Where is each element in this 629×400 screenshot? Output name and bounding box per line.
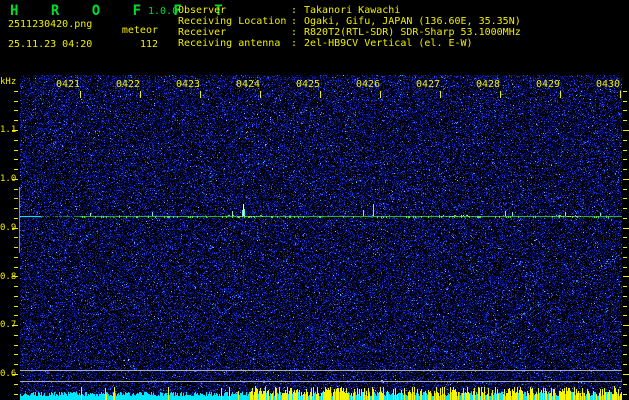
info-value: Takanori Kawachi	[304, 5, 401, 16]
y-tick-label: 0.7	[0, 320, 17, 330]
y-tick-label: 1.0	[0, 174, 17, 184]
capture-filename: 2511230420.png	[8, 19, 93, 30]
y-tick-label: 0.6	[0, 369, 17, 379]
x-tick-label: 0426	[355, 79, 381, 90]
info-row-location: Receiving Location: Ogaki, Gifu, JAPAN (1…	[178, 16, 521, 27]
info-value: R820T2(RTL-SDR) SDR-Sharp 53.1000MHz	[304, 27, 521, 38]
x-tick-label: 0422	[115, 79, 141, 90]
info-separator: :	[291, 38, 298, 49]
info-label: Receiver	[178, 27, 227, 38]
info-separator: :	[291, 5, 298, 16]
x-tick-label: 0424	[235, 79, 261, 90]
info-row-antenna: Receiving antenna:2el-HB9CV Vertical (el…	[178, 38, 521, 49]
spectrogram-canvas	[0, 0, 629, 400]
app-version: 1.0.0	[148, 6, 179, 17]
info-row-observer: Observer: Takanori Kawachi	[178, 5, 521, 16]
x-tick-label: 0428	[475, 79, 501, 90]
echo-count: 112	[139, 39, 158, 50]
y-tick-label: 0.8	[0, 272, 17, 282]
x-tick-label: 0427	[415, 79, 441, 90]
info-row-receiver: Receiver: R820T2(RTL-SDR) SDR-Sharp 53.10…	[178, 27, 521, 38]
info-value: Ogaki, Gifu, JAPAN (136.60E, 35.35N)	[304, 16, 521, 27]
x-tick-label: 0430	[595, 79, 621, 90]
x-tick-label: 0425	[295, 79, 321, 90]
x-tick-label: 0421	[55, 79, 81, 90]
info-label: Receiving Location	[178, 16, 287, 27]
y-tick-label: 0.9	[0, 223, 17, 233]
x-tick-label: 0429	[535, 79, 561, 90]
hrofft-window: H R O F F T 1.0.0 2511230420.png meteor …	[0, 0, 629, 400]
info-label: Receiving antenna	[178, 38, 281, 49]
frequency-range-marker	[19, 187, 20, 253]
x-tick-label: 0423	[175, 79, 201, 90]
y-tick-label: 1.1	[0, 125, 17, 135]
station-info: Observer: Takanori Kawachi Receiving Loca…	[178, 5, 521, 49]
info-separator: :	[291, 27, 298, 38]
info-value: 2el-HB9CV Vertical (el. E-W)	[304, 38, 473, 49]
info-label: Observer	[178, 5, 227, 16]
capture-datetime: 25.11.23 04:20	[8, 39, 93, 50]
y-axis-unit: kHz	[0, 77, 17, 87]
info-separator: :	[291, 16, 298, 27]
observation-mode: meteor	[121, 25, 158, 36]
